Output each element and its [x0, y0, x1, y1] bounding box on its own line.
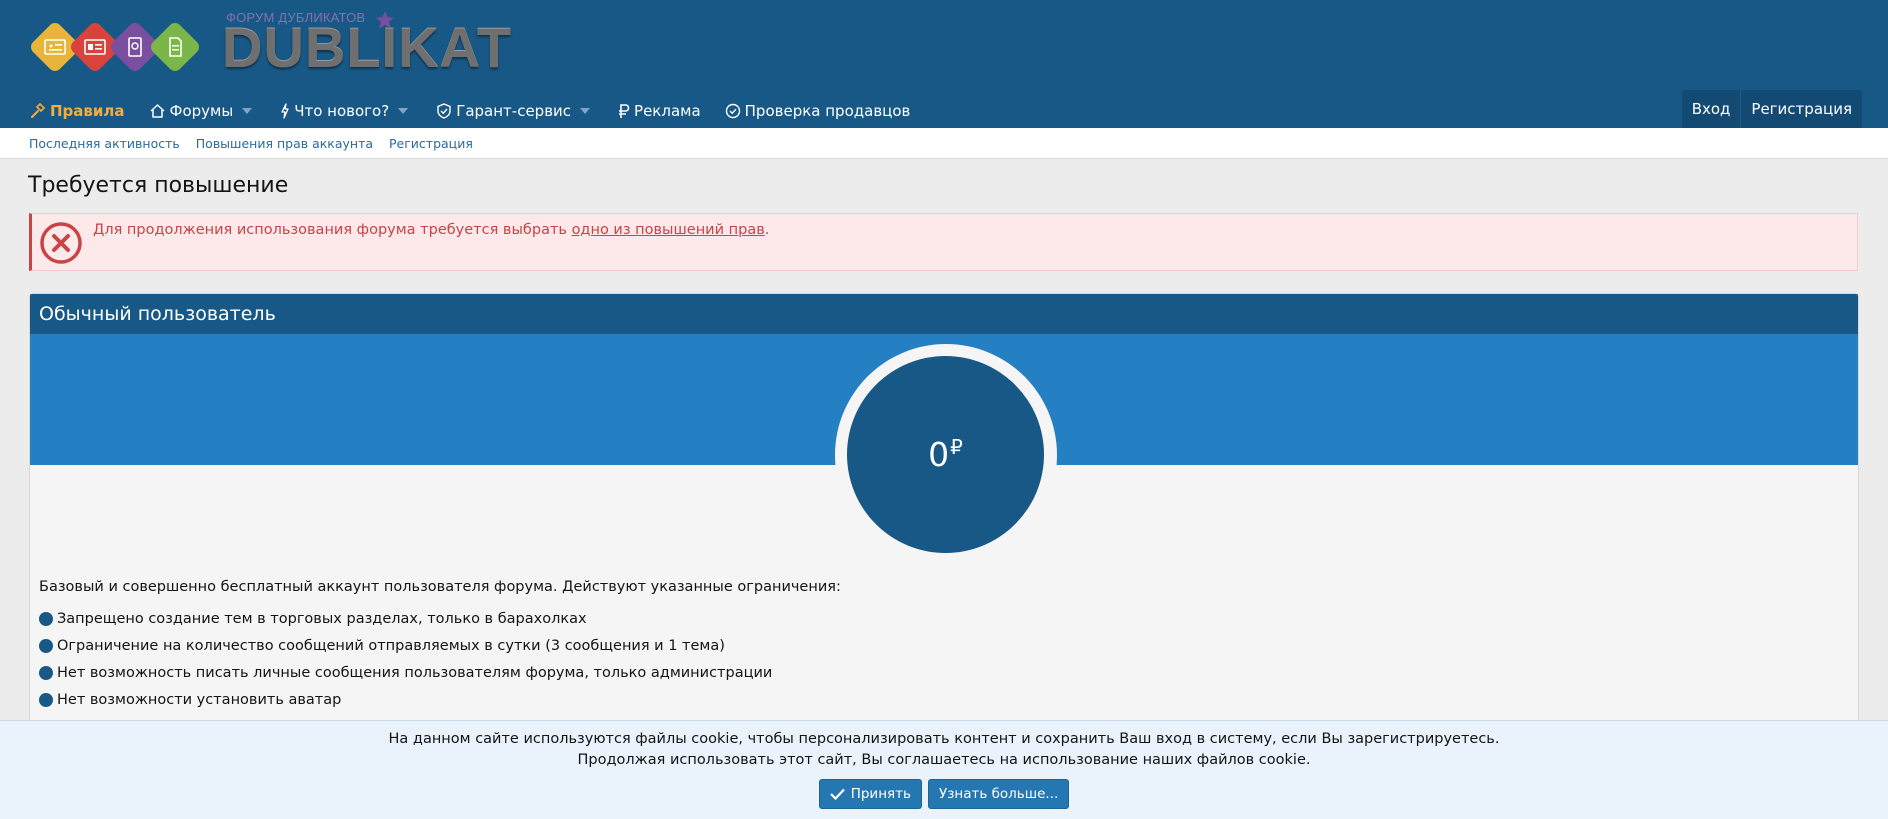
cookie-learn-more-button[interactable]: Узнать больше... — [927, 779, 1070, 809]
check-circle-icon — [725, 103, 740, 119]
main-nav: Правила Форумы Что нового? Гарант-сервис — [30, 94, 934, 128]
bolt-icon — [281, 103, 289, 119]
upgrade-title: Обычный пользователь — [30, 294, 1858, 334]
nav-ads[interactable]: Реклама — [618, 94, 701, 128]
document-icon — [169, 37, 182, 57]
passport-icon — [128, 37, 142, 57]
price-value: 0 — [928, 435, 950, 474]
id-card-icon — [84, 39, 106, 55]
alert-text-end: . — [764, 222, 770, 238]
logo-wordmark: DUBLIKAT — [222, 16, 513, 79]
sub-nav: Последняя активность Повышения прав акка… — [0, 128, 1888, 159]
subnav-recent-activity[interactable]: Последняя активность — [29, 136, 180, 151]
feature-text: Нет возможность писать личные сообщения … — [57, 664, 773, 681]
upgrades-link[interactable]: одно из повышений прав — [572, 222, 765, 238]
nav-seller-check[interactable]: Проверка продавцов — [725, 94, 911, 128]
ruble-icon — [619, 104, 630, 118]
feature-item: Ограничение на количество сообщений отпр… — [39, 632, 772, 659]
home-icon — [150, 104, 165, 118]
nav-seller-check-label: Проверка продавцов — [744, 102, 911, 120]
cookie-text-line1: На данном сайте используются файлы cooki… — [388, 731, 1500, 747]
bullet-icon — [39, 665, 53, 680]
feature-text: Запрещено создание тем в торговых раздел… — [57, 610, 587, 627]
feature-text: Ограничение на количество сообщений отпр… — [57, 637, 725, 654]
site-logo[interactable]: ФОРУМ ДУБЛИКАТОВ DUBLIKAT — [28, 10, 530, 90]
nav-forums[interactable]: Форумы — [149, 94, 257, 128]
nav-whats-new-label: Что нового? — [294, 102, 390, 120]
alert-message: Для продолжения использования форума тре… — [93, 222, 769, 238]
nav-guarantee[interactable]: Гарант-сервис — [436, 94, 594, 128]
feature-item: Нет возможности установить аватар — [39, 686, 772, 713]
upgrade-card: Обычный пользователь 0 ₽ Базовый и соверш… — [29, 293, 1859, 723]
cookie-banner: На данном сайте используются файлы cooki… — [0, 720, 1888, 819]
nav-rules[interactable]: Правила — [30, 94, 125, 128]
chevron-down-icon[interactable] — [580, 108, 591, 114]
price-currency: ₽ — [950, 434, 963, 459]
upgrade-description: Базовый и совершенно бесплатный аккаунт … — [39, 579, 841, 595]
feature-list: Запрещено создание тем в торговых раздел… — [39, 605, 772, 722]
chevron-down-icon[interactable] — [242, 108, 253, 114]
check-icon — [829, 788, 845, 800]
subnav-account-upgrades[interactable]: Повышения прав аккаунта — [196, 136, 373, 151]
cookie-accept-label: Принять — [850, 786, 911, 802]
error-circle-icon — [40, 222, 82, 264]
nav-rules-label: Правила — [50, 102, 125, 120]
auth-links: Вход Регистрация — [1681, 90, 1862, 128]
cookie-actions: Принять Узнать больше... — [0, 779, 1888, 809]
nav-whats-new[interactable]: Что нового? — [280, 94, 412, 128]
chevron-down-icon[interactable] — [398, 108, 409, 114]
error-alert: Для продолжения использования форума тре… — [29, 213, 1858, 271]
site-header: ФОРУМ ДУБЛИКАТОВ DUBLIKAT Правила Форумы… — [0, 0, 1888, 128]
shield-check-icon — [437, 103, 451, 119]
alert-text: Для продолжения использования форума тре… — [93, 222, 572, 238]
hammer-icon — [31, 103, 46, 118]
feature-item: Нет возможность писать личные сообщения … — [39, 659, 772, 686]
cookie-accept-button[interactable]: Принять — [818, 779, 922, 809]
feature-item: Запрещено создание тем в торговых раздел… — [39, 605, 772, 632]
nav-ads-label: Реклама — [634, 102, 701, 120]
page-title: Требуется повышение — [28, 173, 289, 198]
cookie-text-line2: Продолжая использовать этот сайт, Вы сог… — [577, 752, 1311, 768]
subnav-register[interactable]: Регистрация — [389, 136, 473, 151]
price-badge: 0 ₽ — [847, 356, 1044, 553]
nav-forums-label: Форумы — [169, 102, 234, 120]
feature-text: Нет возможности установить аватар — [57, 691, 342, 708]
bullet-icon — [39, 611, 53, 626]
login-link[interactable]: Вход — [1682, 90, 1741, 128]
nav-guarantee-label: Гарант-сервис — [456, 102, 572, 120]
card-icon — [44, 39, 66, 55]
bullet-icon — [39, 692, 53, 707]
register-link[interactable]: Регистрация — [1740, 90, 1862, 128]
bullet-icon — [39, 638, 53, 653]
